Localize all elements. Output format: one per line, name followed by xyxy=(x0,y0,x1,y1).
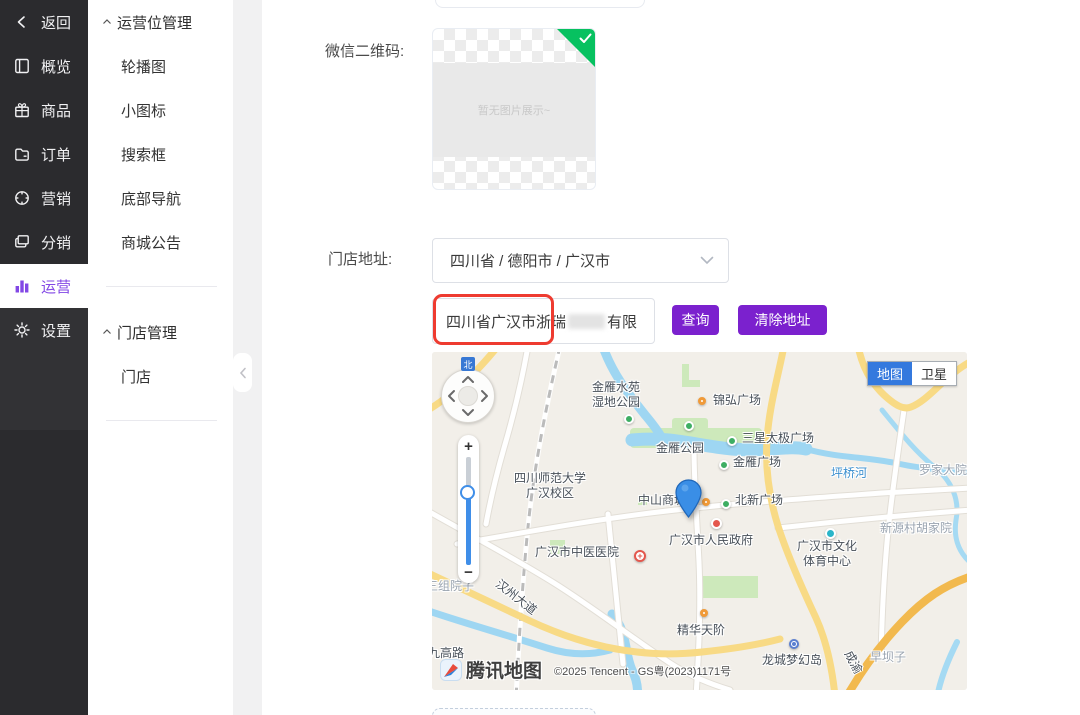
qr-empty-text: 暂无图片展示~ xyxy=(478,102,550,118)
map-poi-icon xyxy=(702,498,710,506)
sidebar-item-products[interactable]: 商品 xyxy=(0,88,88,132)
sidebar-item-settings[interactable]: 设置 xyxy=(0,308,88,352)
target-icon xyxy=(13,189,31,207)
map-poi-icon xyxy=(634,550,646,562)
satellite-tab[interactable]: 卫星 xyxy=(912,362,956,385)
tencent-map-logo-text: 腾讯地图 xyxy=(466,656,542,683)
check-icon xyxy=(579,33,592,44)
map-attribution: ©2025 Tencent - GS粤(2023)1171号 xyxy=(554,663,731,679)
primary-sidebar: 返回 概览 商品 订单 营销 分销 运营 设置 xyxy=(0,0,88,715)
store-address-label: 门店地址: xyxy=(328,248,392,269)
region-cascader-select[interactable]: 四川省 / 德阳市 / 广汉市 xyxy=(432,238,729,283)
map-poi-icon xyxy=(789,639,799,649)
map-poi-icon xyxy=(719,460,729,470)
previous-field-cutoff xyxy=(435,0,645,8)
qr-code-label: 微信二维码: xyxy=(325,40,404,61)
secondary-sidebar: 运营位管理 轮播图小图标搜索框底部导航商城公告 门店管理 门店 xyxy=(88,0,233,715)
sidebar-item-distribution[interactable]: 分销 xyxy=(0,220,88,264)
sidebar-item-label: 分销 xyxy=(41,232,71,253)
zoom-slider-handle[interactable] xyxy=(460,485,475,500)
map-poi-icon xyxy=(711,518,722,529)
sidebar-item-label: 订单 xyxy=(41,144,71,165)
sidebar-item-marketing[interactable]: 营销 xyxy=(0,176,88,220)
submenu-item[interactable]: 搜索框 xyxy=(88,132,233,176)
collapse-caret-icon xyxy=(102,17,112,27)
submenu-header-label: 门店管理 xyxy=(117,322,177,343)
submenu-item[interactable]: 商城公告 xyxy=(88,220,233,264)
zoom-out-button[interactable]: − xyxy=(458,565,479,580)
sidebar-item-label: 营销 xyxy=(41,188,71,209)
clear-address-button[interactable]: 清除地址 xyxy=(738,305,827,335)
sidebar-item-label: 概览 xyxy=(41,56,71,77)
back-chevron-icon xyxy=(13,13,31,31)
submenu-header-label: 运营位管理 xyxy=(117,12,192,33)
qr-empty-area: 暂无图片展示~ xyxy=(433,63,595,157)
wechat-qr-upload-box[interactable]: 暂无图片展示~ xyxy=(432,28,596,190)
sidebar-collapse-handle[interactable] xyxy=(233,353,252,392)
submenu-group-operation-slots: 轮播图小图标搜索框底部导航商城公告 xyxy=(88,44,233,264)
submenu-header-store-management[interactable]: 门店管理 xyxy=(88,310,233,354)
sidebar-item-label: 运营 xyxy=(41,276,71,297)
submenu-divider xyxy=(106,286,217,287)
region-selected-value: 四川省 / 德阳市 / 广汉市 xyxy=(450,250,700,271)
query-button[interactable]: 查询 xyxy=(672,305,719,335)
chevron-left-icon xyxy=(239,367,247,379)
zoom-in-button[interactable]: + xyxy=(458,439,479,454)
chevron-down-icon xyxy=(700,256,714,265)
submenu-item[interactable]: 底部导航 xyxy=(88,176,233,220)
submenu-header-operation-slots[interactable]: 运营位管理 xyxy=(88,0,233,44)
sidebar-item-orders[interactable]: 订单 xyxy=(0,132,88,176)
pan-center-knob[interactable] xyxy=(458,386,478,406)
address-input-suffix: 有限 xyxy=(607,311,637,332)
tencent-map-logo-icon xyxy=(440,659,462,681)
map-poi-icon xyxy=(684,421,694,431)
sidebar-item-label: 商品 xyxy=(41,100,71,121)
map-poi-icon xyxy=(825,528,836,539)
admin-app: 返回 概览 商品 订单 营销 分销 运营 设置 xyxy=(0,0,1080,715)
sidebar-item-label: 返回 xyxy=(41,12,71,33)
next-upload-box-cutoff[interactable] xyxy=(432,708,596,715)
tencent-map[interactable]: 金雁水苑 湿地公园锦弘广场金雁公园三星太极广场金雁广场坪桥河罗家大院四川师范大学… xyxy=(432,352,967,690)
north-badge: 北 xyxy=(461,357,475,371)
submenu-item[interactable]: 轮播图 xyxy=(88,44,233,88)
layers-icon xyxy=(13,233,31,251)
map-pan-control[interactable] xyxy=(441,369,495,423)
gift-icon xyxy=(13,101,31,119)
orders-icon xyxy=(13,145,31,163)
map-poi-icon xyxy=(698,397,706,405)
zoom-track-lower[interactable] xyxy=(466,493,471,565)
map-marker-pin[interactable] xyxy=(675,479,702,519)
sidebar-item-operations[interactable]: 运营 xyxy=(0,264,88,308)
sidebar-item-label: 设置 xyxy=(41,320,71,341)
map-poi-icon xyxy=(624,414,634,424)
sidebar-item-back[interactable]: 返回 xyxy=(0,0,88,44)
submenu-item[interactable]: 小图标 xyxy=(88,88,233,132)
map-type-switch: 地图 卫星 xyxy=(867,361,957,386)
redacted-text-blur xyxy=(568,314,605,329)
submenu-item[interactable]: 门店 xyxy=(88,354,233,398)
map-poi-icon xyxy=(721,499,731,509)
map-zoom-control: + − xyxy=(458,435,479,583)
address-search-input[interactable]: 四川省广汉市浙瑞 有限 xyxy=(432,298,655,344)
overview-icon xyxy=(13,57,31,75)
gear-icon xyxy=(13,321,31,339)
submenu-divider xyxy=(106,420,217,421)
map-tab[interactable]: 地图 xyxy=(868,362,912,385)
main-content: 微信二维码: 暂无图片展示~ 门店地址: 四川省 / 德阳市 / 广汉市 四川省… xyxy=(262,0,1080,715)
map-poi-icon xyxy=(727,436,737,446)
tencent-map-logo: 腾讯地图 xyxy=(440,656,542,683)
collapse-caret-icon xyxy=(102,327,112,337)
bar-chart-icon xyxy=(13,277,31,295)
map-poi-icon xyxy=(700,609,708,617)
submenu-group-store-management: 门店 xyxy=(88,354,233,398)
sidebar-item-overview[interactable]: 概览 xyxy=(0,44,88,88)
address-input-prefix: 四川省广汉市浙瑞 xyxy=(446,311,566,332)
